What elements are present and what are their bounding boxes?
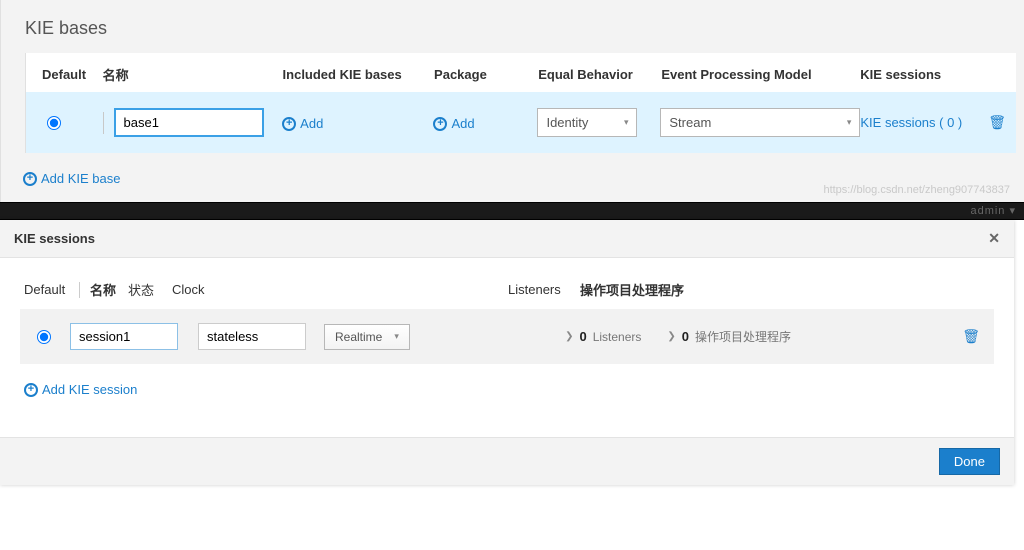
modal-header: KIE sessions ✕	[0, 220, 1014, 258]
add-kie-base-button[interactable]: + Add KIE base	[23, 171, 121, 186]
kie-bases-title: KIE bases	[1, 0, 1024, 53]
plus-circle-icon: +	[23, 172, 37, 186]
header-default: Default	[36, 67, 103, 82]
handlers-link[interactable]: ❯ 0 操作项目处理程序	[667, 328, 791, 345]
add-kie-session-button[interactable]: + Add KIE session	[24, 382, 137, 397]
header-name: 名称	[103, 65, 283, 84]
header-state: 状态	[128, 280, 172, 299]
handlers-label: 操作项目处理程序	[695, 328, 791, 345]
plus-circle-icon: +	[24, 383, 38, 397]
handlers-count: 0	[682, 329, 689, 344]
header-listeners: Listeners	[508, 282, 580, 297]
chevron-down-icon: ▾	[624, 117, 629, 128]
chevron-right-icon: ❯	[565, 331, 573, 342]
header-event-processing: Event Processing Model	[661, 67, 860, 82]
event-processing-select[interactable]: Stream ▾	[660, 108, 860, 137]
add-label: Add	[451, 116, 474, 131]
kie-bases-header-row: Default 名称 Included KIE bases Package Eq…	[26, 53, 1016, 92]
divider	[79, 282, 80, 298]
done-button[interactable]: Done	[939, 448, 1000, 475]
watermark: https://blog.csdn.net/zheng907743837	[823, 184, 1010, 196]
kie-base-row: + Add + Add Identity ▾ Stream ▾	[26, 92, 1016, 153]
background-app-bar: admin ▾	[0, 202, 1024, 220]
header-kie-sessions: KIE sessions	[860, 67, 983, 82]
divider	[103, 112, 104, 134]
trash-icon[interactable]: 🗑	[988, 114, 1006, 130]
trash-icon[interactable]: 🗑	[962, 328, 980, 344]
admin-menu-hint: admin ▾	[970, 204, 1016, 217]
session-clock-value: Realtime	[335, 330, 382, 344]
header-handlers: 操作项目处理程序	[580, 280, 700, 299]
kie-bases-table: Default 名称 Included KIE bases Package Eq…	[25, 53, 1016, 153]
modal-footer: Done	[0, 437, 1014, 485]
kie-session-row: Realtime ▾ ❯ 0 Listeners ❯ 0 操作项目处理程序 🗑	[20, 309, 994, 364]
plus-circle-icon: +	[433, 117, 447, 131]
close-icon[interactable]: ✕	[988, 230, 1000, 247]
listeners-link[interactable]: ❯ 0 Listeners	[565, 329, 641, 344]
header-equal-behavior: Equal Behavior	[538, 67, 661, 82]
listeners-count: 0	[579, 329, 586, 344]
header-default: Default	[24, 282, 79, 297]
header-included: Included KIE bases	[283, 67, 435, 82]
plus-circle-icon: +	[282, 117, 296, 131]
kie-sessions-link[interactable]: KIE sessions ( 0 )	[860, 115, 962, 130]
event-processing-value: Stream	[669, 115, 711, 130]
add-session-label: Add KIE session	[42, 382, 137, 397]
chevron-right-icon: ❯	[667, 331, 675, 342]
session-name-input[interactable]	[70, 323, 178, 350]
header-clock: Clock	[172, 282, 232, 297]
kie-sessions-modal: KIE sessions ✕ Default 名称 状态 Clock Liste…	[0, 220, 1014, 485]
equal-behavior-select[interactable]: Identity ▾	[537, 108, 637, 137]
equal-behavior-value: Identity	[546, 115, 588, 130]
default-radio[interactable]	[47, 116, 61, 130]
kie-base-name-input[interactable]	[114, 108, 264, 137]
add-package-button[interactable]: + Add	[433, 116, 474, 131]
chevron-down-icon: ▾	[394, 331, 399, 342]
chevron-down-icon: ▾	[847, 117, 852, 128]
add-label: Add	[300, 116, 323, 131]
session-clock-select[interactable]: Realtime ▾	[324, 324, 410, 350]
header-package: Package	[434, 67, 538, 82]
modal-title: KIE sessions	[14, 231, 95, 246]
kie-bases-panel: KIE bases Default 名称 Included KIE bases …	[0, 0, 1024, 202]
header-name: 名称	[90, 280, 128, 299]
add-kie-base-label: Add KIE base	[41, 171, 121, 186]
kie-sessions-header-row: Default 名称 状态 Clock Listeners 操作项目处理程序	[0, 258, 1014, 309]
add-included-base-button[interactable]: + Add	[282, 116, 323, 131]
listeners-label: Listeners	[593, 330, 642, 344]
session-state-input[interactable]	[198, 323, 306, 350]
session-default-radio[interactable]	[37, 330, 51, 344]
